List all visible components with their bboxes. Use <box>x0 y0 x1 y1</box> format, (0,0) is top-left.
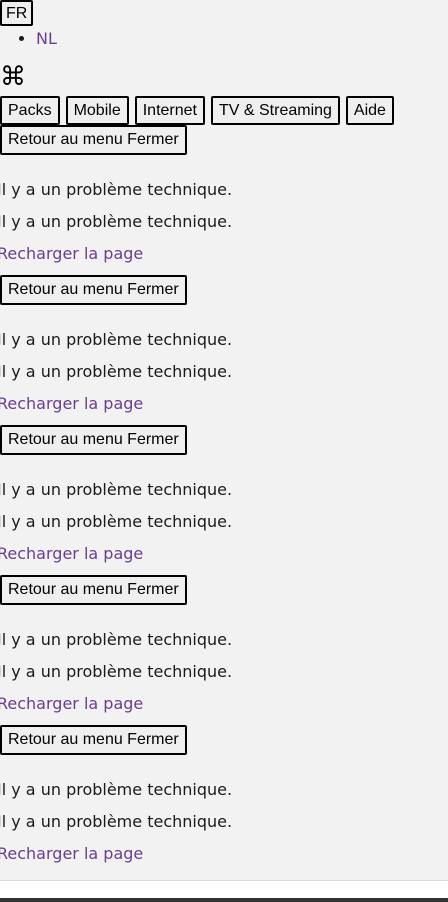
reload-page-link[interactable]: Recharger la page <box>0 544 143 564</box>
error-message: Il y a un problème technique. <box>0 180 233 199</box>
error-message: Il y a un problème technique. <box>0 812 233 831</box>
logo-command-icon[interactable]: ⌘ <box>0 62 26 92</box>
reload-page-link[interactable]: Recharger la page <box>0 844 143 864</box>
error-message: Il y a un problème technique. <box>0 630 233 649</box>
footer-bar <box>0 898 448 902</box>
nav-aide-button[interactable]: Aide <box>345 96 394 125</box>
error-message: Il y a un problème technique. <box>0 480 233 499</box>
error-message: Il y a un problème technique. <box>0 662 233 681</box>
back-to-menu-close-button[interactable]: Retour au menu Fermer <box>0 575 187 605</box>
main-nav: Packs Mobile Internet TV & Streaming Aid… <box>0 96 394 125</box>
language-list: NL <box>0 27 57 51</box>
nav-internet-button[interactable]: Internet <box>134 96 205 125</box>
reload-page-link[interactable]: Recharger la page <box>0 694 143 714</box>
back-to-menu-close-button[interactable]: Retour au menu Fermer <box>0 125 187 155</box>
error-message: Il y a un problème technique. <box>0 512 233 531</box>
language-link-nl[interactable]: NL <box>36 29 57 48</box>
nav-tv-streaming-button[interactable]: TV & Streaming <box>210 96 340 125</box>
language-option-nl: NL <box>36 27 57 51</box>
back-to-menu-close-button[interactable]: Retour au menu Fermer <box>0 725 187 755</box>
error-message: Il y a un problème technique. <box>0 362 233 381</box>
nav-mobile-button[interactable]: Mobile <box>65 96 129 125</box>
back-to-menu-close-button[interactable]: Retour au menu Fermer <box>0 425 187 455</box>
back-to-menu-close-button[interactable]: Retour au menu Fermer <box>0 275 187 305</box>
reload-page-link[interactable]: Recharger la page <box>0 394 143 414</box>
error-message: Il y a un problème technique. <box>0 330 233 349</box>
error-message: Il y a un problème technique. <box>0 212 233 231</box>
language-button-fr[interactable]: FR <box>0 0 34 26</box>
reload-page-link[interactable]: Recharger la page <box>0 244 143 264</box>
error-message: Il y a un problème technique. <box>0 780 233 799</box>
nav-packs-button[interactable]: Packs <box>0 96 60 125</box>
